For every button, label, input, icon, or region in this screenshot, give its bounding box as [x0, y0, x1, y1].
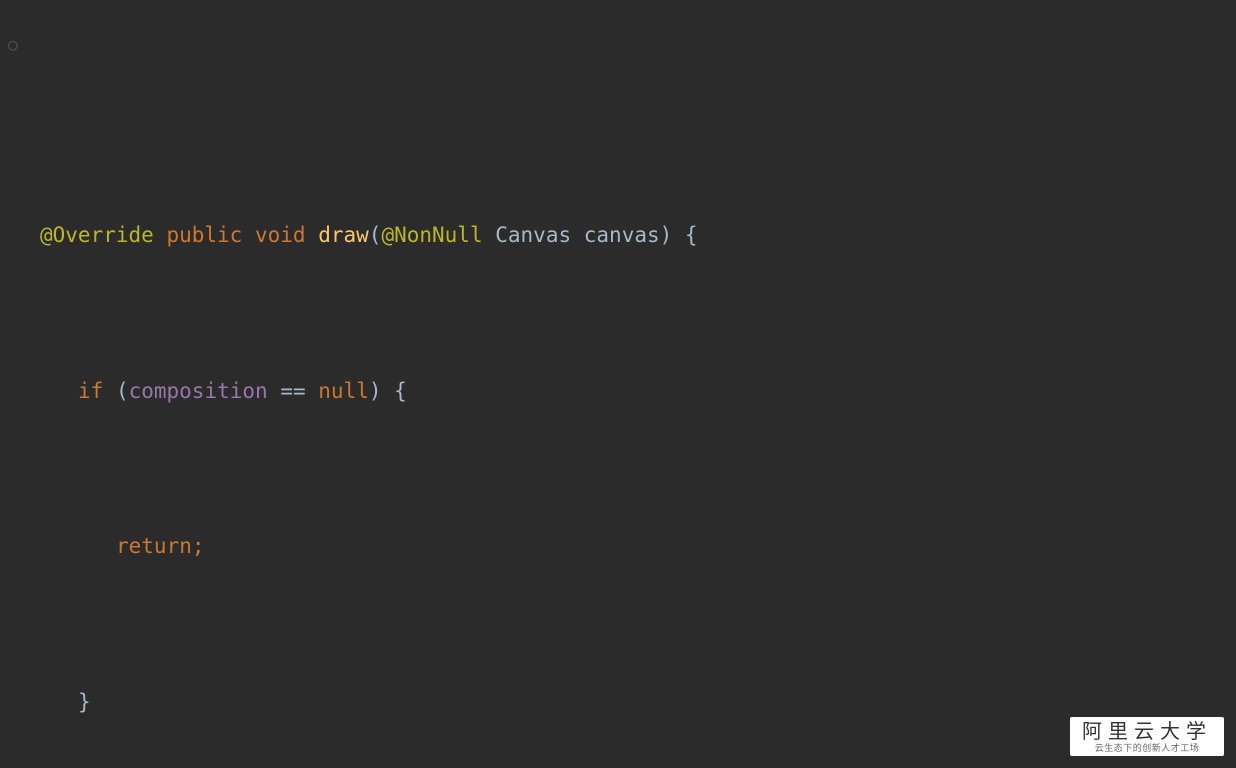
annotation: @Override [40, 216, 154, 255]
code-line: } [0, 683, 1236, 722]
keyword-public: public [166, 216, 242, 255]
code-line: @Override public void draw(@NonNull Canv… [0, 216, 1236, 255]
watermark-subtitle: 云生态下的创新人才工场 [1082, 744, 1212, 754]
code-line: if (composition == null) { [0, 372, 1236, 411]
override-gutter-icon: ○ [8, 30, 18, 60]
annotation-nonnull: @NonNull [381, 216, 482, 255]
field-composition: composition [129, 372, 268, 411]
keyword-if: if [78, 372, 103, 411]
keyword-null: null [318, 372, 369, 411]
code-line: return; [0, 527, 1236, 566]
keyword-void: void [255, 216, 306, 255]
param-name: canvas [584, 216, 660, 255]
keyword-return: return [116, 527, 192, 566]
watermark-badge: 阿里云大学 云生态下的创新人才工场 [1070, 717, 1224, 756]
code-editor[interactable]: ○ @Override public void draw(@NonNull Ca… [0, 0, 1236, 768]
watermark-title: 阿里云大学 [1082, 721, 1212, 743]
method-name: draw [318, 216, 369, 255]
param-type: Canvas [495, 216, 571, 255]
